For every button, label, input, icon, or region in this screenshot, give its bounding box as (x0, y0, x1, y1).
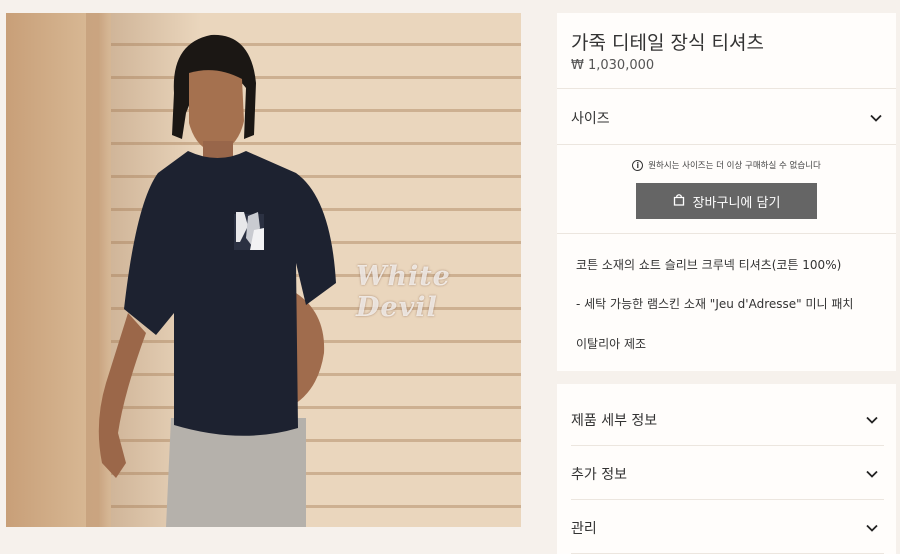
image-watermark: White Devil (356, 261, 451, 323)
availability-notice: i 원하시는 사이즈는 더 이상 구매하실 수 없습니다 (557, 159, 896, 171)
accordion-additional-info[interactable]: 추가 정보 (571, 446, 884, 500)
accordion-care[interactable]: 관리 (571, 500, 884, 554)
description-line: 이탈리아 제조 (576, 337, 647, 351)
info-icon: i (632, 159, 644, 171)
accordion-product-details[interactable]: 제품 세부 정보 (571, 392, 884, 446)
shopping-bag-icon (673, 193, 685, 210)
description-line: - 세탁 가능한 램스킨 소재 "Jeu d'Adresse" 미니 패치 (576, 297, 854, 311)
accordion-label: 제품 세부 정보 (571, 413, 658, 429)
divider (557, 144, 896, 145)
chest-patch (234, 212, 264, 250)
model-left-arm (98, 313, 146, 478)
add-to-cart-label: 장바구니에 담기 (692, 195, 781, 211)
description-line: 코튼 소재의 쇼트 슬리브 크루넥 티셔츠(코튼 100%) (576, 258, 842, 272)
model-face (189, 70, 244, 153)
product-title: 가죽 디테일 장식 티셔츠 (571, 32, 764, 54)
chevron-down-icon (869, 111, 883, 125)
chevron-down-icon (865, 413, 879, 427)
size-selector-label: 사이즈 (571, 111, 610, 127)
product-info-panel: 가죽 디테일 장식 티셔츠 ₩ 1,030,000 사이즈 i 원하시는 사이즈는… (557, 13, 896, 554)
chevron-down-icon (865, 467, 879, 481)
accordion-label: 관리 (571, 521, 597, 537)
accordion-label: 추가 정보 (571, 467, 627, 483)
chevron-down-icon (865, 521, 879, 535)
availability-message: 원하시는 사이즈는 더 이상 구매하실 수 없습니다 (648, 161, 821, 171)
details-accordion-card: 제품 세부 정보 추가 정보 관리 (557, 384, 896, 554)
product-price: ₩ 1,030,000 (571, 58, 655, 73)
purchase-card: 가죽 디테일 장식 티셔츠 ₩ 1,030,000 사이즈 i 원하시는 사이즈는… (557, 13, 896, 371)
divider (557, 233, 896, 234)
size-selector[interactable]: 사이즈 (557, 89, 896, 144)
add-to-cart-button[interactable]: 장바구니에 담기 (636, 183, 817, 219)
product-image: White Devil (6, 13, 521, 527)
